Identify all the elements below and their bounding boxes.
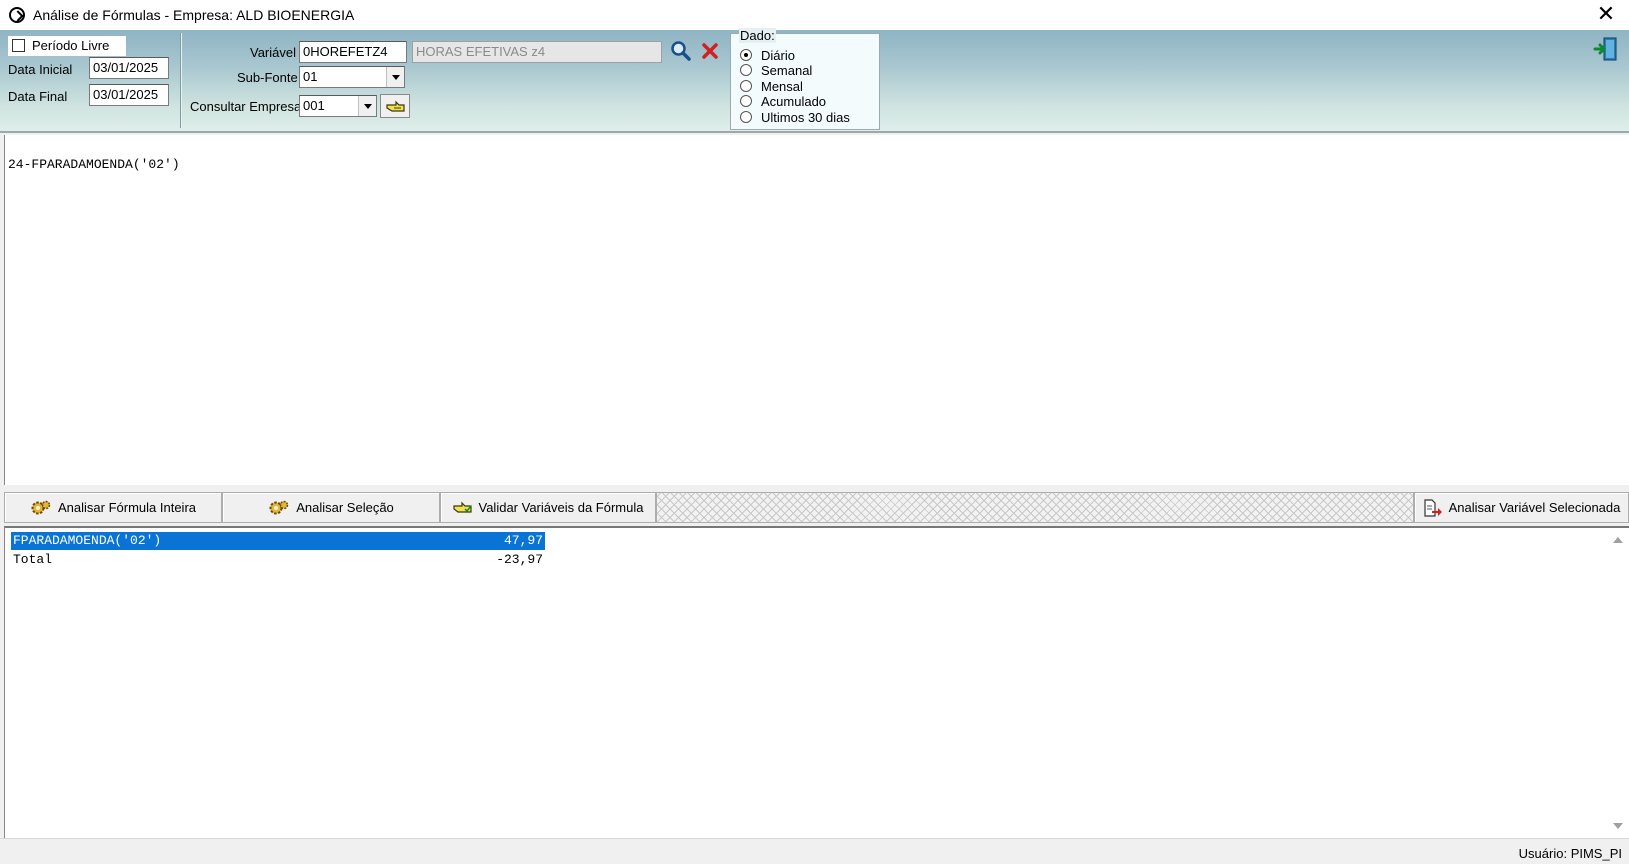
search-icon[interactable] — [670, 40, 692, 62]
close-icon[interactable]: ✕ — [1583, 0, 1629, 30]
button-bar-filler — [656, 492, 1414, 523]
periodo-livre-checkbox[interactable]: Período Livre — [8, 36, 126, 56]
sub-fonte-label: Sub-Fonte — [237, 70, 298, 85]
analisar-selecao-label: Analisar Seleção — [296, 500, 394, 515]
periodo-livre-label: Período Livre — [32, 38, 110, 53]
delete-icon[interactable] — [701, 42, 719, 60]
radio-label-ultimos-30-dias: Ultimos 30 dias — [761, 110, 850, 125]
radio-label-diario: Diário — [761, 48, 795, 63]
window-title: Análise de Fórmulas - Empresa: ALD BIOEN… — [33, 7, 355, 23]
validar-variaveis-label: Validar Variáveis da Fórmula — [478, 500, 644, 515]
validar-variaveis-button[interactable]: Validar Variáveis da Fórmula — [440, 492, 656, 523]
chevron-down-icon[interactable] — [358, 96, 376, 116]
analisar-selecao-button[interactable]: Analisar Seleção — [222, 492, 440, 523]
analisar-variavel-selecionada-button[interactable]: Analisar Variável Selecionada — [1414, 492, 1629, 523]
result-value: 47,97 — [503, 533, 543, 548]
scroll-up-icon[interactable] — [1613, 537, 1623, 543]
data-final-field[interactable]: 03/01/2025 — [89, 84, 169, 106]
dado-group: Dado: Diário Semanal Mensal Acumulado Ul… — [730, 28, 880, 130]
formula-editor[interactable]: 24-FPARADAMOENDA('02') — [4, 135, 1629, 485]
analisar-variavel-selecionada-label: Analisar Variável Selecionada — [1448, 500, 1621, 515]
analisar-formula-inteira-button[interactable]: Analisar Fórmula Inteira — [4, 492, 222, 523]
app-icon[interactable] — [9, 7, 25, 23]
variavel-description-field: HORAS EFETIVAS z4 — [412, 41, 662, 63]
consultar-empresa-label: Consultar Empresa — [190, 99, 302, 114]
radio-ultimos-30-dias[interactable] — [740, 111, 752, 123]
sub-fonte-select[interactable]: 01 — [299, 66, 405, 88]
formula-text[interactable]: 24-FPARADAMOENDA('02') — [8, 157, 180, 172]
results-list[interactable]: FPARADAMOENDA('02') 47,97 Total -23,97 — [4, 526, 1629, 838]
result-row-selected[interactable]: FPARADAMOENDA('02') 47,97 — [11, 532, 545, 550]
chevron-down-icon[interactable] — [386, 67, 404, 87]
periodo-livre-box[interactable] — [12, 39, 25, 52]
result-name: FPARADAMOENDA('02') — [13, 533, 162, 548]
title-bar: Análise de Fórmulas - Empresa: ALD BIOEN… — [0, 0, 1629, 30]
radio-acumulado[interactable] — [740, 95, 752, 107]
data-inicial-label: Data Inicial — [8, 62, 73, 77]
filter-panel: Período Livre Data Inicial 03/01/2025 Da… — [0, 28, 1629, 133]
consultar-empresa-value: 001 — [303, 98, 325, 113]
analysis-toolbar: Analisar Fórmula Inteira Analisar Seleçã… — [4, 492, 1629, 524]
radio-semanal[interactable] — [740, 64, 752, 76]
result-row-total[interactable]: Total -23,97 — [11, 551, 545, 569]
result-name: Total — [13, 552, 53, 567]
result-value: -23,97 — [496, 552, 543, 567]
consultar-empresa-button[interactable] — [380, 94, 410, 118]
variavel-code-field[interactable]: 0HOREFETZ4 — [299, 41, 407, 63]
radio-label-mensal: Mensal — [761, 79, 803, 94]
exit-door-icon[interactable] — [1593, 36, 1619, 62]
radio-label-acumulado: Acumulado — [761, 94, 827, 109]
hand-check-icon — [452, 501, 472, 513]
user-status: Usuário: PIMS_PI — [1518, 846, 1622, 861]
data-inicial-field[interactable]: 03/01/2025 — [89, 57, 169, 79]
consultar-empresa-select[interactable]: 001 — [299, 95, 377, 117]
hand-pointer-icon — [386, 100, 405, 112]
status-bar: Usuário: PIMS_PI — [0, 838, 1629, 864]
sub-fonte-value: 01 — [303, 69, 318, 84]
data-final-label: Data Final — [8, 89, 68, 104]
scroll-down-icon[interactable] — [1613, 823, 1623, 829]
variavel-label: Variável — [250, 45, 297, 60]
analisar-formula-inteira-label: Analisar Fórmula Inteira — [58, 500, 196, 515]
toolbar-separator — [180, 33, 182, 128]
gears-icon — [31, 500, 51, 514]
radio-label-semanal: Semanal — [761, 63, 813, 78]
gears-icon — [269, 500, 289, 514]
radio-diario[interactable] — [740, 49, 752, 61]
radio-mensal[interactable] — [740, 80, 752, 92]
document-arrow-icon — [1424, 498, 1442, 517]
dado-title: Dado: — [739, 28, 776, 43]
